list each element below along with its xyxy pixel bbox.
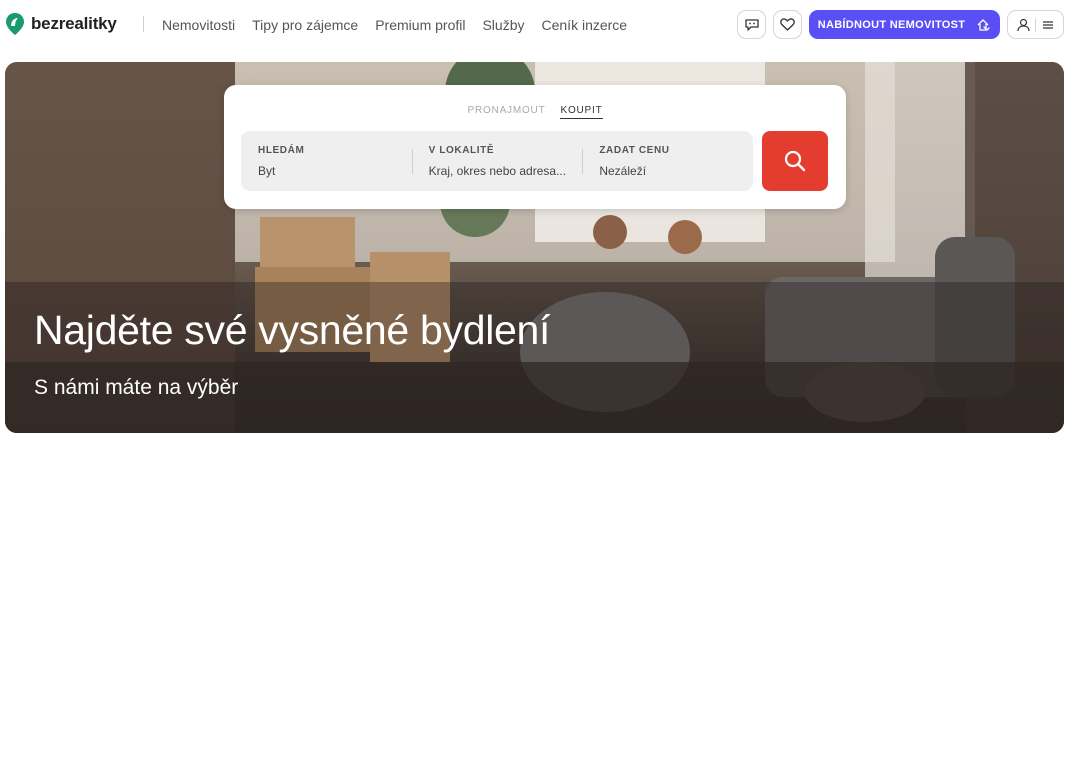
account-separator (1035, 17, 1037, 32)
offer-property-button[interactable]: NABÍDNOUT NEMOVITOST (809, 10, 1000, 39)
chat-icon (744, 18, 759, 31)
hero-title: Najděte své vysněné bydlení (34, 307, 551, 353)
nav-item-sluzby[interactable]: Služby (482, 17, 524, 33)
heart-icon (780, 18, 795, 31)
logo[interactable]: bezrealitky (5, 12, 117, 36)
nav-item-tipy[interactable]: Tipy pro zájemce (252, 17, 358, 33)
chat-button[interactable] (737, 10, 766, 39)
nav-item-cenik[interactable]: Ceník inzerce (542, 17, 628, 33)
price-select[interactable]: ZADAT CENU Nezáleží (582, 131, 753, 191)
site-header: bezrealitky Nemovitosti Tipy pro zájemce… (0, 0, 1068, 50)
logo-icon (6, 13, 24, 35)
search-tabs: PRONAJMOUT KOUPIT (224, 105, 846, 119)
search-icon (784, 150, 806, 172)
menu-icon (1043, 20, 1054, 29)
main-nav: Nemovitosti Tipy pro zájemce Premium pro… (162, 17, 627, 33)
tab-koupit[interactable]: KOUPIT (560, 105, 603, 119)
search-panel: PRONAJMOUT KOUPIT HLEDÁM Byt V LOKALITĚ … (224, 85, 846, 209)
search-fields: HLEDÁM Byt V LOKALITĚ Kraj, okres nebo a… (241, 131, 753, 191)
price-label: ZADAT CENU (599, 145, 670, 156)
nav-item-premium[interactable]: Premium profil (375, 17, 465, 33)
property-type-value: Byt (258, 164, 276, 178)
account-button[interactable] (1007, 10, 1064, 39)
favorites-button[interactable] (773, 10, 802, 39)
location-input[interactable]: V LOKALITĚ Kraj, okres nebo adresa... (411, 131, 583, 191)
offer-property-label: NABÍDNOUT NEMOVITOST (817, 18, 966, 31)
hero-subtitle: S námi máte na výběr (34, 376, 239, 399)
location-placeholder: Kraj, okres nebo adresa... (428, 164, 567, 178)
logo-text: bezrealitky (31, 14, 117, 33)
nav-item-nemovitosti[interactable]: Nemovitosti (162, 17, 235, 33)
search-button[interactable] (762, 131, 828, 191)
header-divider (143, 16, 144, 32)
user-icon (1017, 18, 1030, 31)
location-label: V LOKALITĚ (428, 145, 495, 156)
home-hand-icon (977, 18, 990, 31)
property-type-label: HLEDÁM (258, 145, 305, 156)
tab-pronajmout[interactable]: PRONAJMOUT (467, 105, 545, 119)
property-type-select[interactable]: HLEDÁM Byt (241, 131, 412, 191)
price-value: Nezáleží (599, 164, 647, 178)
